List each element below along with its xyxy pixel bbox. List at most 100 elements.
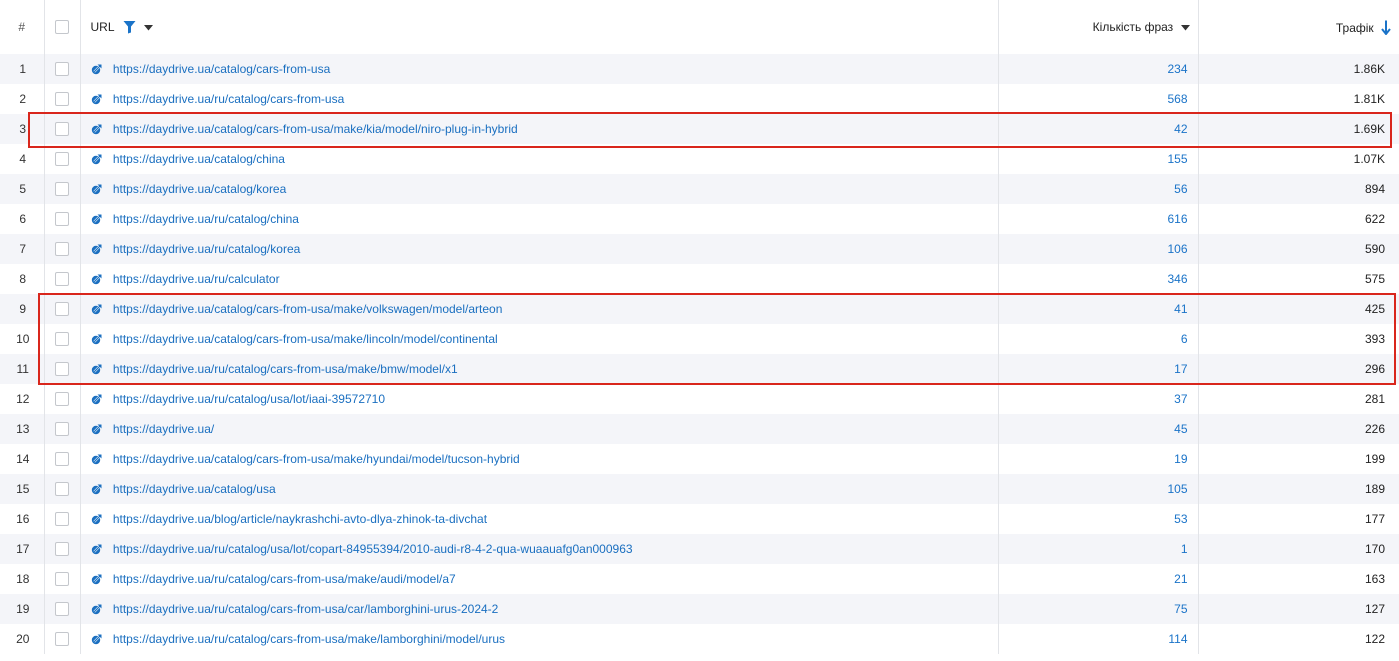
table-row[interactable]: 10 https://daydrive.ua/catalog/cars-from…: [0, 324, 1399, 354]
table-row[interactable]: 12 https://daydrive.ua/ru/catalog/usa/lo…: [0, 384, 1399, 414]
row-checkbox[interactable]: [55, 512, 69, 527]
phrases-count[interactable]: 75: [997, 594, 1198, 624]
column-header-phrases[interactable]: Кількість фраз: [997, 0, 1198, 54]
phrases-count[interactable]: 1: [997, 534, 1198, 564]
external-link-icon[interactable]: [91, 273, 103, 285]
table-row[interactable]: 2 https://daydrive.ua/ru/catalog/cars-fr…: [0, 84, 1399, 114]
row-checkbox[interactable]: [55, 62, 69, 77]
url-link[interactable]: https://daydrive.ua/ru/catalog/cars-from…: [113, 92, 344, 106]
phrases-count[interactable]: 568: [997, 84, 1198, 114]
external-link-icon[interactable]: [91, 123, 103, 135]
url-link[interactable]: https://daydrive.ua/ru/catalog/usa/lot/i…: [113, 392, 385, 406]
row-checkbox[interactable]: [55, 212, 69, 227]
url-link[interactable]: https://daydrive.ua/blog/article/naykras…: [113, 512, 487, 526]
phrases-count[interactable]: 346: [997, 264, 1198, 294]
table-row[interactable]: 20 https://daydrive.ua/ru/catalog/cars-f…: [0, 624, 1399, 654]
external-link-icon[interactable]: [91, 423, 103, 435]
table-row[interactable]: 15 https://daydrive.ua/catalog/usa 105 1…: [0, 474, 1399, 504]
table-row[interactable]: 4 https://daydrive.ua/catalog/china 155 …: [0, 144, 1399, 174]
phrases-count[interactable]: 6: [997, 324, 1198, 354]
phrases-count[interactable]: 155: [997, 144, 1198, 174]
url-link[interactable]: https://daydrive.ua/catalog/usa: [113, 482, 276, 496]
external-link-icon[interactable]: [91, 453, 103, 465]
external-link-icon[interactable]: [91, 603, 103, 615]
external-link-icon[interactable]: [91, 93, 103, 105]
phrases-count[interactable]: 37: [997, 384, 1198, 414]
phrases-count[interactable]: 41: [997, 294, 1198, 324]
url-link[interactable]: https://daydrive.ua/ru/catalog/cars-from…: [113, 602, 499, 616]
url-link[interactable]: https://daydrive.ua/catalog/korea: [113, 182, 286, 196]
row-checkbox[interactable]: [55, 422, 69, 437]
external-link-icon[interactable]: [91, 303, 103, 315]
external-link-icon[interactable]: [91, 393, 103, 405]
url-link[interactable]: https://daydrive.ua/ru/catalog/cars-from…: [113, 572, 456, 586]
external-link-icon[interactable]: [91, 483, 103, 495]
row-checkbox[interactable]: [55, 242, 69, 257]
external-link-icon[interactable]: [91, 633, 103, 645]
phrases-count[interactable]: 106: [997, 234, 1198, 264]
phrases-count[interactable]: 105: [997, 474, 1198, 504]
table-row[interactable]: 3 https://daydrive.ua/catalog/cars-from-…: [0, 114, 1399, 144]
row-checkbox[interactable]: [55, 392, 69, 407]
external-link-icon[interactable]: [91, 243, 103, 255]
url-link[interactable]: https://daydrive.ua/catalog/china: [113, 152, 285, 166]
phrases-count[interactable]: 17: [997, 354, 1198, 384]
row-checkbox[interactable]: [55, 152, 69, 167]
sort-caret-icon[interactable]: [1180, 25, 1190, 31]
phrases-count[interactable]: 56: [997, 174, 1198, 204]
table-row[interactable]: 1 https://daydrive.ua/catalog/cars-from-…: [0, 54, 1399, 84]
table-row[interactable]: 8 https://daydrive.ua/ru/calculator 346 …: [0, 264, 1399, 294]
phrases-count[interactable]: 19: [997, 444, 1198, 474]
url-link[interactable]: https://daydrive.ua/ru/calculator: [113, 272, 280, 286]
table-row[interactable]: 17 https://daydrive.ua/ru/catalog/usa/lo…: [0, 534, 1399, 564]
table-row[interactable]: 18 https://daydrive.ua/ru/catalog/cars-f…: [0, 564, 1399, 594]
phrases-count[interactable]: 616: [997, 204, 1198, 234]
row-checkbox[interactable]: [55, 122, 69, 137]
row-checkbox[interactable]: [55, 572, 69, 587]
phrases-count[interactable]: 42: [997, 114, 1198, 144]
table-row[interactable]: 19 https://daydrive.ua/ru/catalog/cars-f…: [0, 594, 1399, 624]
row-checkbox[interactable]: [55, 332, 69, 347]
table-row[interactable]: 9 https://daydrive.ua/catalog/cars-from-…: [0, 294, 1399, 324]
filter-icon[interactable]: [123, 20, 136, 34]
phrases-count[interactable]: 21: [997, 564, 1198, 594]
url-link[interactable]: https://daydrive.ua/ru/catalog/cars-from…: [113, 362, 458, 376]
url-link[interactable]: https://daydrive.ua/ru/catalog/china: [113, 212, 299, 226]
url-link[interactable]: https://daydrive.ua/catalog/cars-from-us…: [113, 302, 503, 316]
url-link[interactable]: https://daydrive.ua/catalog/cars-from-us…: [113, 332, 498, 346]
sort-descending-arrow-icon[interactable]: [1381, 20, 1391, 35]
row-checkbox[interactable]: [55, 182, 69, 197]
row-checkbox[interactable]: [55, 542, 69, 557]
row-checkbox[interactable]: [55, 92, 69, 107]
external-link-icon[interactable]: [91, 153, 103, 165]
url-link[interactable]: https://daydrive.ua/ru/catalog/cars-from…: [113, 632, 505, 646]
table-row[interactable]: 5 https://daydrive.ua/catalog/korea 56 8…: [0, 174, 1399, 204]
url-link[interactable]: https://daydrive.ua/ru/catalog/korea: [113, 242, 300, 256]
row-checkbox[interactable]: [55, 362, 69, 377]
external-link-icon[interactable]: [91, 63, 103, 75]
table-row[interactable]: 13 https://daydrive.ua/ 45 226: [0, 414, 1399, 444]
table-row[interactable]: 14 https://daydrive.ua/catalog/cars-from…: [0, 444, 1399, 474]
phrases-count[interactable]: 45: [997, 414, 1198, 444]
row-checkbox[interactable]: [55, 482, 69, 497]
table-row[interactable]: 6 https://daydrive.ua/ru/catalog/china 6…: [0, 204, 1399, 234]
column-header-traffic[interactable]: Трафік: [1197, 0, 1399, 54]
phrases-count[interactable]: 114: [997, 624, 1198, 654]
row-checkbox[interactable]: [55, 302, 69, 317]
url-link[interactable]: https://daydrive.ua/catalog/cars-from-us…: [113, 62, 330, 76]
url-link[interactable]: https://daydrive.ua/catalog/cars-from-us…: [113, 452, 520, 466]
external-link-icon[interactable]: [91, 333, 103, 345]
url-link[interactable]: https://daydrive.ua/: [113, 422, 214, 436]
external-link-icon[interactable]: [91, 183, 103, 195]
external-link-icon[interactable]: [91, 513, 103, 525]
select-all-checkbox[interactable]: [55, 20, 69, 35]
url-link[interactable]: https://daydrive.ua/ru/catalog/usa/lot/c…: [113, 542, 633, 556]
column-header-url[interactable]: URL: [79, 0, 998, 54]
table-row[interactable]: 16 https://daydrive.ua/blog/article/nayk…: [0, 504, 1399, 534]
table-row[interactable]: 11 https://daydrive.ua/ru/catalog/cars-f…: [0, 354, 1399, 384]
chevron-down-icon[interactable]: [143, 25, 153, 31]
row-checkbox[interactable]: [55, 272, 69, 287]
url-link[interactable]: https://daydrive.ua/catalog/cars-from-us…: [113, 122, 518, 136]
phrases-count[interactable]: 53: [997, 504, 1198, 534]
table-row[interactable]: 7 https://daydrive.ua/ru/catalog/korea 1…: [0, 234, 1399, 264]
